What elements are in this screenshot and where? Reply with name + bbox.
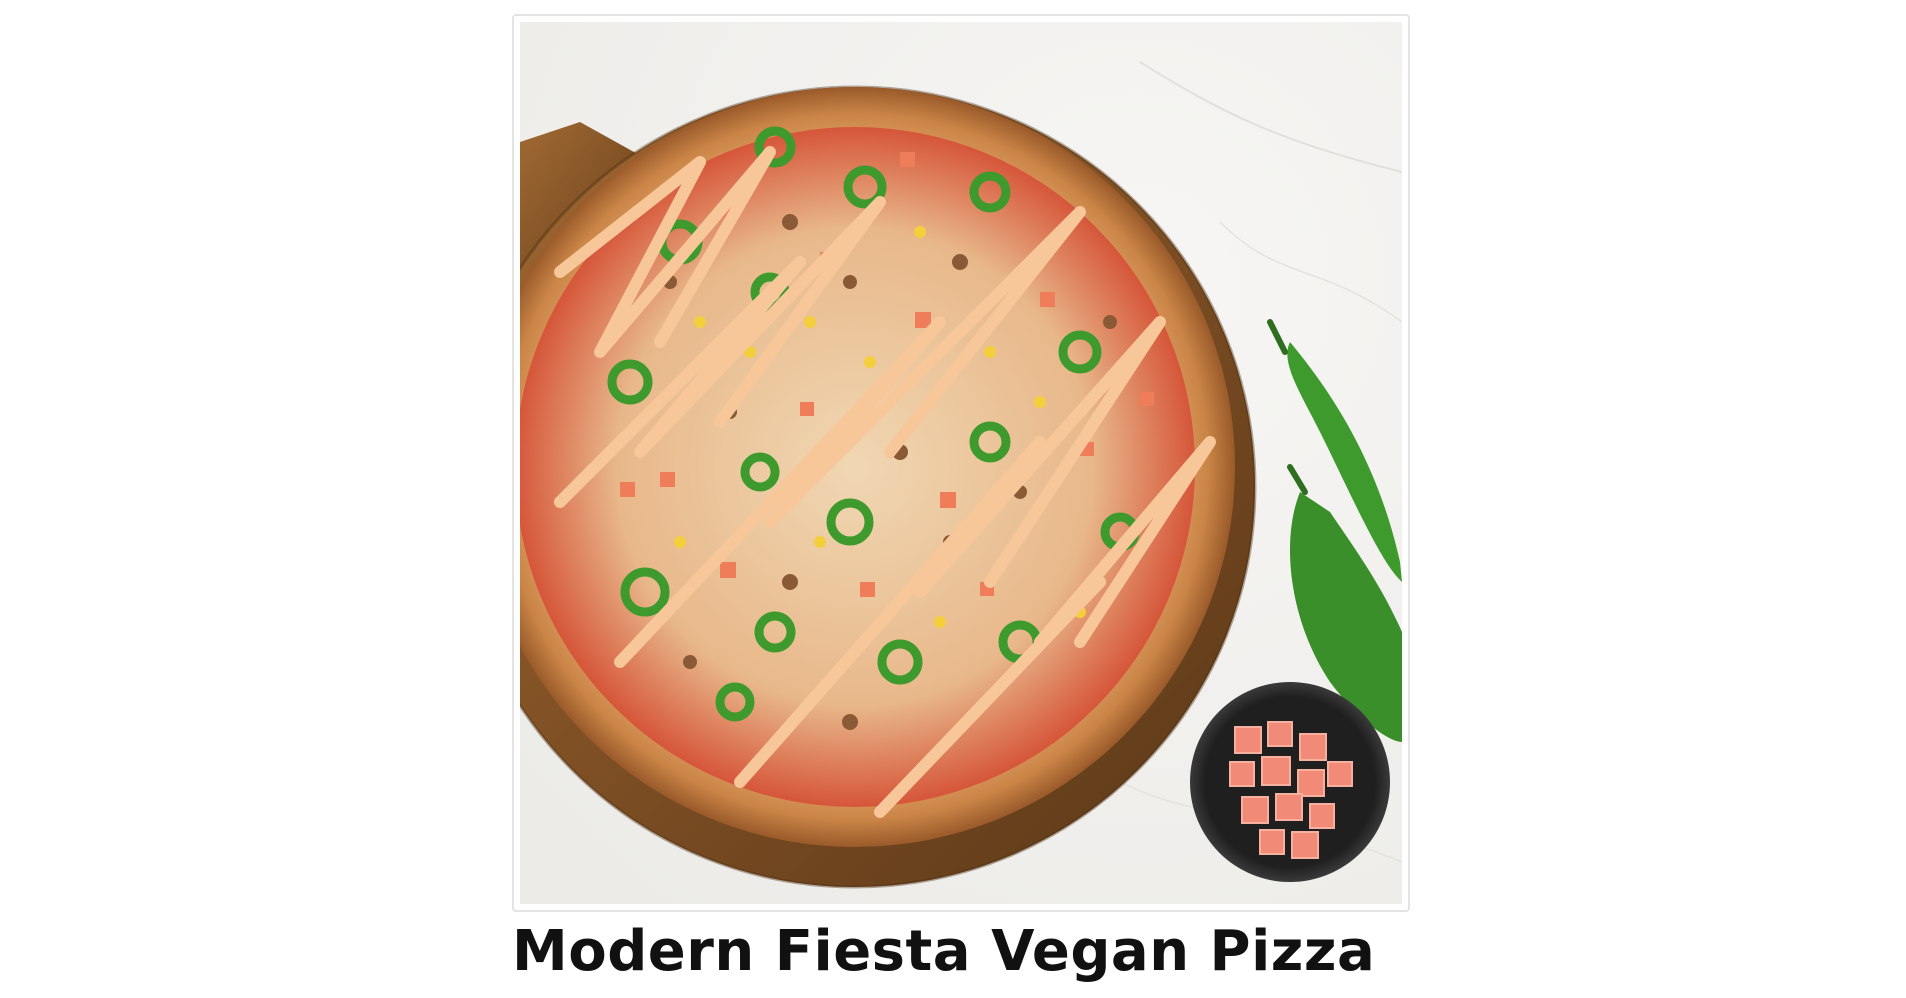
product-title: Modern Fiesta Vegan Pizza <box>512 919 1376 984</box>
pizza-photo <box>520 22 1402 904</box>
diced-tomato-bowl <box>1190 682 1390 882</box>
product-card[interactable] <box>512 14 1410 912</box>
product-image[interactable] <box>520 22 1402 904</box>
